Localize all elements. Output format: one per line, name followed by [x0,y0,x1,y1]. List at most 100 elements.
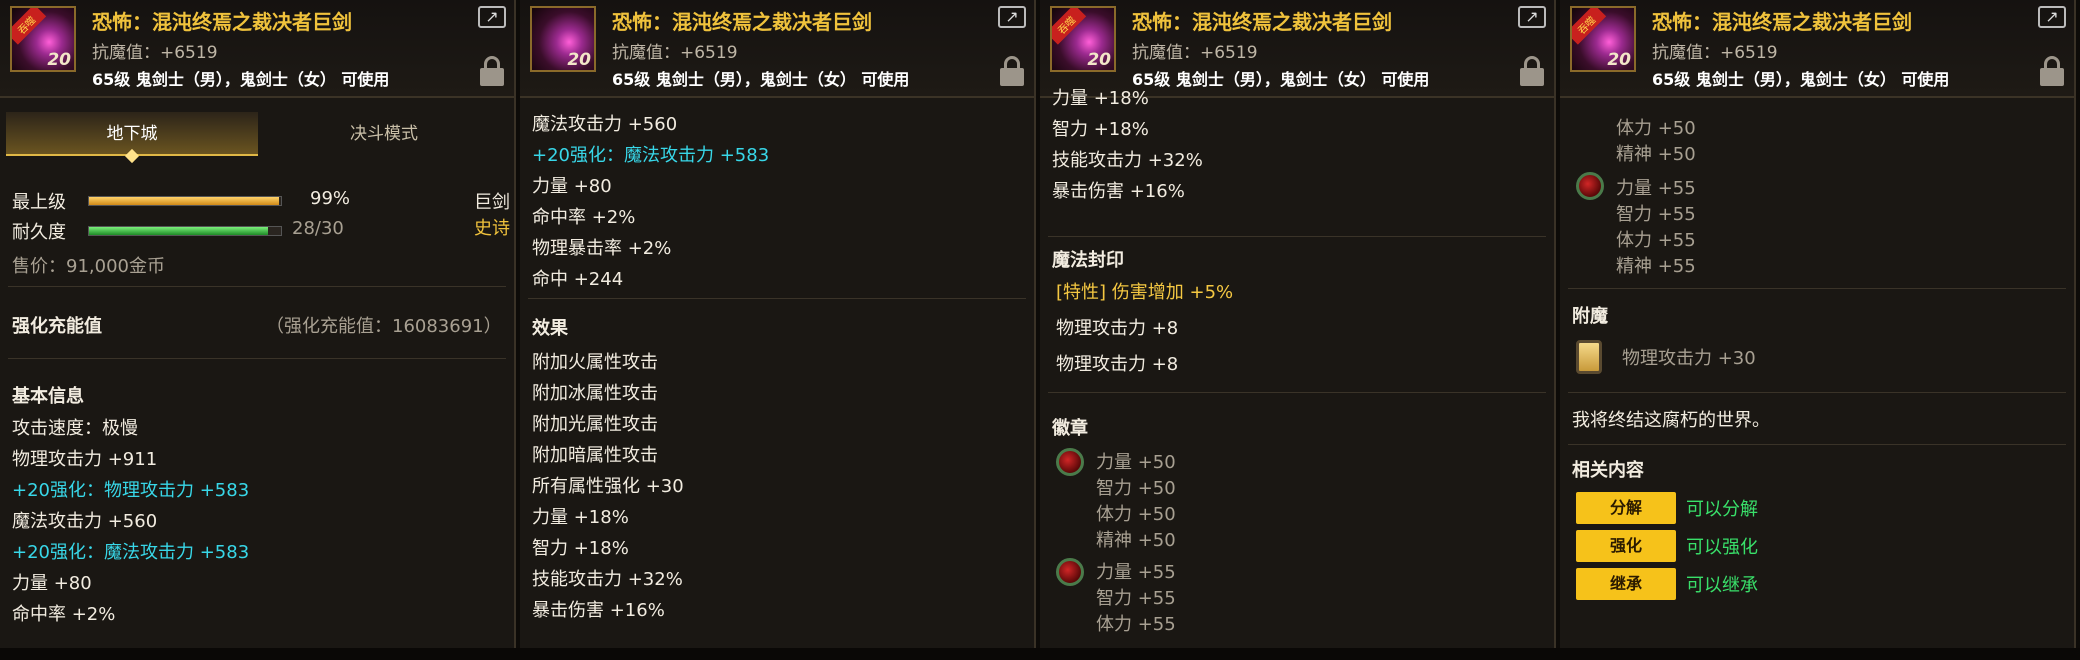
tooltip-body: 地下城 决斗模式 最上级 99% 巨剑 耐久度 28/30 史诗 售价：91,0… [0,100,514,660]
emblem-red-icon [1056,558,1084,586]
share-icon[interactable]: ↗ [998,6,1026,28]
emblem-stat: 体力 +55 [1096,614,1176,635]
usable-classes: 65级 鬼剑士（男），鬼剑士（女） 可使用 [1652,70,1950,89]
stat-line: 力量 +80 [12,573,92,594]
lock-icon[interactable] [1520,56,1544,86]
reinforce-level-badge: 20 [47,50,71,70]
usable-classes: 65级 鬼剑士（男），鬼剑士（女） 可使用 [1132,70,1430,89]
tooltip-body: 魔法攻击力 +560 +20强化：魔法攻击力 +583 力量 +80 命中率 +2% 物… [520,100,1034,660]
resist-value: 抗魔值：+6519 [92,43,218,63]
item-header: 吞噬 20 恐怖：混沌终焉之裁决者巨剑 抗魔值：+6519 65级 鬼剑士（男）… [1560,0,2074,98]
stat-line: 力量 +18% [1052,88,1149,109]
emblem-stat: 精神 +50 [1616,144,1696,165]
emblem-stat: 精神 +55 [1616,256,1696,277]
effect-line: 智力 +18% [532,538,629,559]
mode-tabs: 地下城 决斗模式 [6,112,510,156]
emblem-stat: 力量 +55 [1096,562,1176,583]
item-name: 恐怖：混沌终焉之裁决者巨剑 [612,10,872,34]
usable-classes: 65级 鬼剑士（男），鬼剑士（女） 可使用 [92,70,390,89]
stat-line: +20强化：魔法攻击力 +583 [532,145,770,166]
reinforce-level-badge: 20 [1607,50,1631,70]
item-name: 恐怖：混沌终焉之裁决者巨剑 [92,10,352,34]
item-icon: 20 [530,6,596,72]
item-name: 恐怖：混沌终焉之裁决者巨剑 [1132,10,1392,34]
basic-info-title: 基本信息 [12,386,84,407]
tooltip-panel-4: 吞噬 20 恐怖：混沌终焉之裁决者巨剑 抗魔值：+6519 65级 鬼剑士（男）… [1560,0,2076,660]
reinforce-label: 强化充能值 [12,316,102,337]
seal-line: 物理攻击力 +8 [1056,318,1179,339]
tab-dungeon[interactable]: 地下城 [6,112,258,156]
tab-pvp[interactable]: 决斗模式 [258,112,510,156]
tooltip-panel-2: 20 恐怖：混沌终焉之裁决者巨剑 抗魔值：+6519 65级 鬼剑士（男），鬼剑… [520,0,1036,660]
lock-icon[interactable] [1000,56,1024,86]
emblem-red-icon [1056,448,1084,476]
emblem-stat: 精神 +50 [1096,530,1176,551]
divider [1568,288,2066,289]
grade-bar [88,196,282,206]
reinforce-value: （强化充能值：16083691） [266,316,502,337]
seal-title: 魔法封印 [1052,250,1124,271]
grade-value: 99% [310,188,351,209]
effect-line: 力量 +18% [532,507,629,528]
divider [1048,236,1546,237]
grade-label: 最上级 [12,192,66,213]
related-2-button[interactable]: 继承 [1576,568,1676,600]
item-icon: 吞噬 20 [1570,6,1636,72]
resist-value: 抗魔值：+6519 [1652,43,1778,63]
resist-value: 抗魔值：+6519 [612,43,738,63]
emblem-red-icon [1576,172,1604,200]
emblem-stat: 体力 +50 [1616,118,1696,139]
share-icon[interactable]: ↗ [2038,6,2066,28]
reinforce-level-badge: 20 [1087,50,1111,70]
related-1-button[interactable]: 强化 [1576,530,1676,562]
lock-icon[interactable] [480,56,504,86]
stat-line: 命中 +244 [532,269,624,290]
item-header: 20 恐怖：混沌终焉之裁决者巨剑 抗魔值：+6519 65级 鬼剑士（男），鬼剑… [520,0,1034,98]
divider [8,286,506,287]
emblem-stat: 智力 +50 [1096,478,1176,499]
effect-line: 暴击伤害 +16% [532,600,665,621]
effect-line: 技能攻击力 +32% [532,569,683,590]
emblem-stat: 体力 +55 [1616,230,1696,251]
tooltip-body: 力量 +18% 智力 +18% 技能攻击力 +32% 暴击伤害 +16% 魔法封印 [… [1040,88,1554,660]
stat-line: 暴击伤害 +16% [1052,181,1185,202]
durability-value: 28/30 [292,218,344,239]
icon-tag: 吞噬 [12,8,47,45]
weapon-type: 巨剑 [474,192,510,213]
emblem-stat: 智力 +55 [1616,204,1696,225]
sell-price: 售价：91,000金币 [12,256,165,277]
bottom-strip [0,648,2080,660]
resist-value: 抗魔值：+6519 [1132,43,1258,63]
effect-line: 所有属性强化 +30 [532,476,684,497]
usable-classes: 65级 鬼剑士（男），鬼剑士（女） 可使用 [612,70,910,89]
rarity-label: 史诗 [474,218,510,239]
item-icon: 吞噬 20 [10,6,76,72]
stat-line: +20强化：物理攻击力 +583 [12,480,250,501]
share-icon[interactable]: ↗ [1518,6,1546,28]
effect-line: 附加冰属性攻击 [532,383,658,404]
emblem-stat: 智力 +55 [1096,588,1176,609]
item-icon: 吞噬 20 [1050,6,1116,72]
emblem-stat: 力量 +50 [1096,452,1176,473]
item-header: 吞噬 20 恐怖：混沌终焉之裁决者巨剑 抗魔值：+6519 65级 鬼剑士（男）… [0,0,514,98]
related-title: 相关内容 [1572,460,1644,481]
lock-icon[interactable] [2040,56,2064,86]
divider [1568,392,2066,393]
stat-line: 力量 +80 [532,176,612,197]
stat-line: +20强化：魔法攻击力 +583 [12,542,250,563]
tooltip-panel-3: 吞噬 20 恐怖：混沌终焉之裁决者巨剑 抗魔值：+6519 65级 鬼剑士（男）… [1040,0,1556,660]
related-0-button[interactable]: 分解 [1576,492,1676,524]
stat-line: 魔法攻击力 +560 [12,511,158,532]
effects-title: 效果 [532,318,568,339]
durability-label: 耐久度 [12,222,66,243]
stat-line: 魔法攻击力 +560 [532,114,678,135]
share-icon[interactable]: ↗ [478,6,506,28]
durability-bar [88,226,282,236]
seal-line: [特性] 伤害增加 +5% [1056,282,1234,303]
reinforce-level-badge: 20 [567,50,591,70]
effect-line: 附加光属性攻击 [532,414,658,435]
flavor-text: 我将终结这腐朽的世界。 [1572,410,1770,431]
seal-line: 物理攻击力 +8 [1056,354,1179,375]
emblem-title: 徽章 [1052,418,1088,439]
icon-tag: 吞噬 [1052,8,1087,45]
